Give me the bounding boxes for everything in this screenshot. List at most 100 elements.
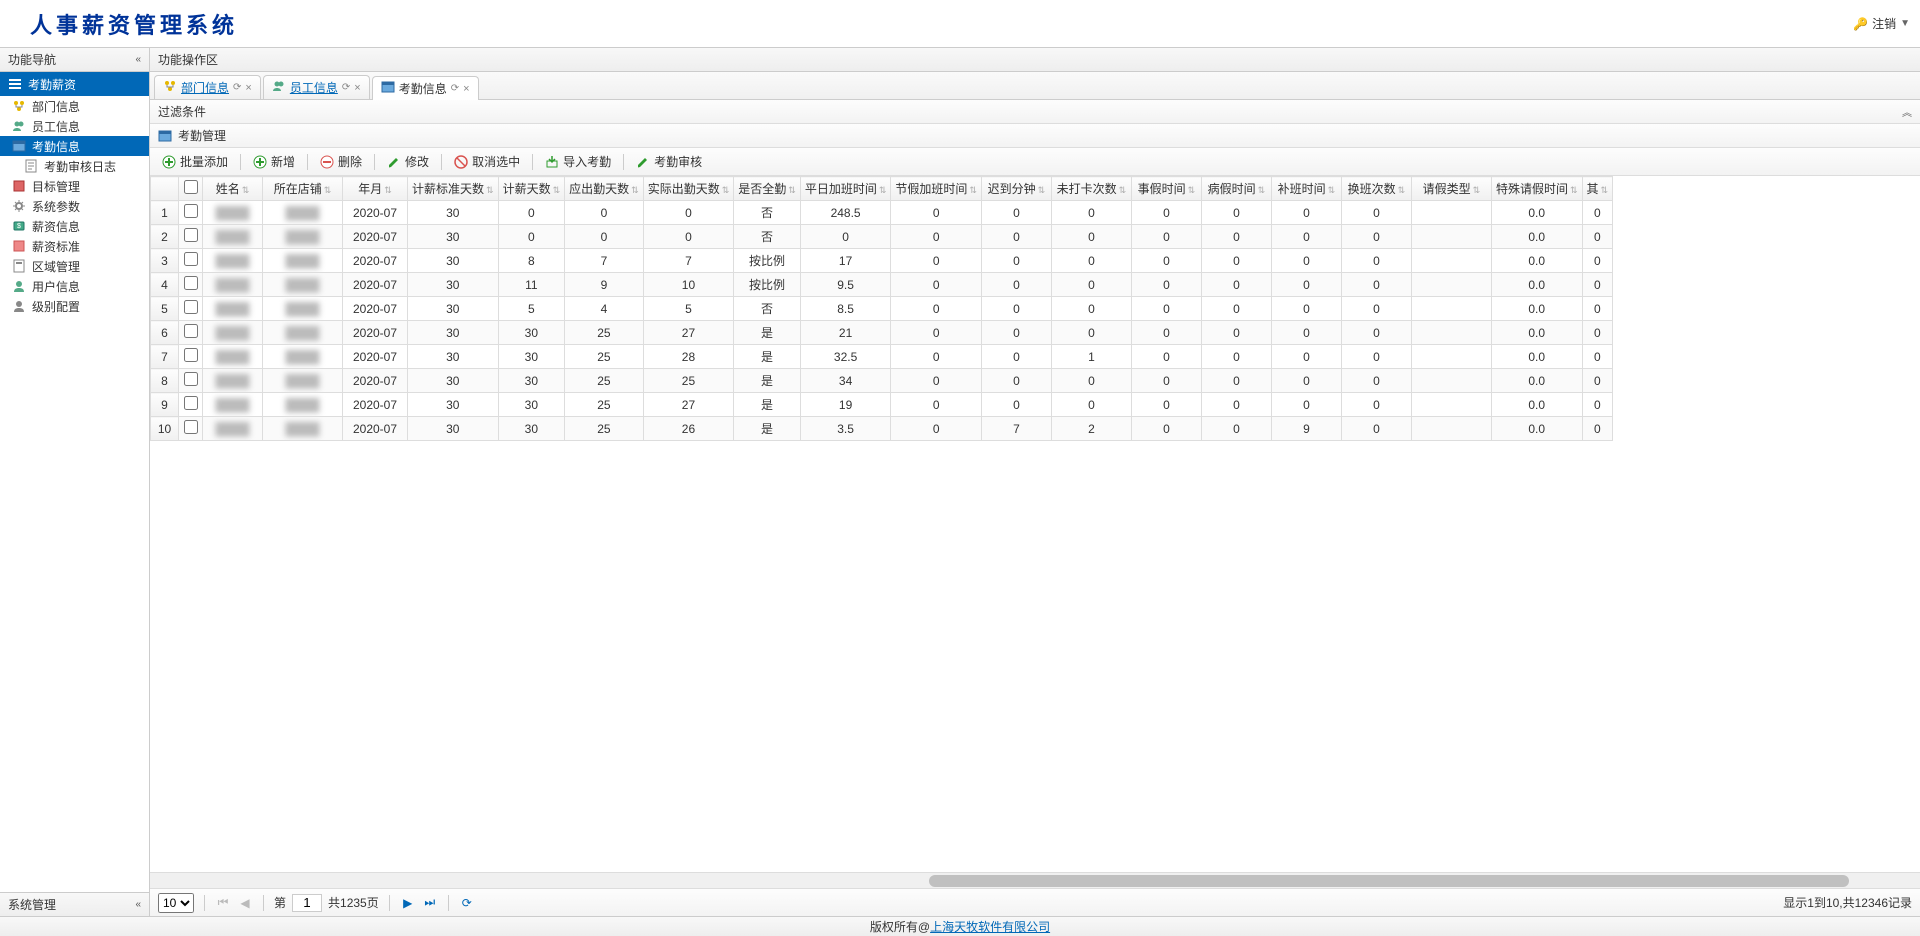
column-header-1[interactable] xyxy=(179,177,203,201)
column-header-5[interactable]: 计薪标准天数⇅ xyxy=(408,177,499,201)
column-header-8[interactable]: 实际出勤天数⇅ xyxy=(643,177,734,201)
last-page-button[interactable]: ⏭ xyxy=(422,895,438,911)
table-row[interactable]: 3████████2020-0730877按比例1700000000.00 xyxy=(151,249,1613,273)
column-header-19[interactable]: 特殊请假时间⇅ xyxy=(1491,177,1582,201)
cell: 0 xyxy=(1341,417,1411,441)
refresh-button[interactable]: ⟳ xyxy=(459,895,475,911)
collapse-icon[interactable]: « xyxy=(135,54,141,65)
sidebar-item-8[interactable]: 区域管理 xyxy=(0,256,149,276)
column-header-3[interactable]: 所在店铺⇅ xyxy=(263,177,343,201)
row-checkbox[interactable] xyxy=(184,324,198,338)
import-button[interactable]: 导入考勤 xyxy=(539,151,617,172)
audit-button[interactable]: 考勤审核 xyxy=(630,151,708,172)
row-checkbox[interactable] xyxy=(184,348,198,362)
cell: 0.0 xyxy=(1491,345,1582,369)
tab-1[interactable]: 员工信息 ⟳× xyxy=(263,75,370,99)
sort-icon: ⇅ xyxy=(879,185,887,195)
cancel-select-button[interactable]: 取消选中 xyxy=(448,151,526,172)
sidebar-section-title[interactable]: 考勤薪资 xyxy=(0,72,149,96)
column-header-11[interactable]: 节假加班时间⇅ xyxy=(891,177,982,201)
tab-2[interactable]: 考勤信息 ⟳× xyxy=(372,76,479,100)
cell: 0 xyxy=(1051,201,1131,225)
footer-link[interactable]: 上海天牧软件有限公司 xyxy=(930,918,1050,935)
logout-link[interactable]: 🔑 注销 ▼ xyxy=(1853,15,1910,32)
table-row[interactable]: 10████████2020-0730302526是3.507200900.00 xyxy=(151,417,1613,441)
sidebar-item-6[interactable]: $薪资信息 xyxy=(0,216,149,236)
sidebar-item-1[interactable]: 员工信息 xyxy=(0,116,149,136)
column-header-2[interactable]: 姓名⇅ xyxy=(203,177,263,201)
column-header-16[interactable]: 补班时间⇅ xyxy=(1271,177,1341,201)
row-checkbox[interactable] xyxy=(184,252,198,266)
sidebar-item-4[interactable]: 目标管理 xyxy=(0,176,149,196)
next-page-button[interactable]: ▶ xyxy=(400,895,416,911)
sidebar-item-7[interactable]: 薪资标准 xyxy=(0,236,149,256)
page-number-input[interactable] xyxy=(292,894,322,912)
column-header-14[interactable]: 事假时间⇅ xyxy=(1131,177,1201,201)
column-header-17[interactable]: 换班次数⇅ xyxy=(1341,177,1411,201)
column-header-15[interactable]: 病假时间⇅ xyxy=(1201,177,1271,201)
grid-wrapper[interactable]: 姓名⇅所在店铺⇅年月⇅计薪标准天数⇅计薪天数⇅应出勤天数⇅实际出勤天数⇅是否全勤… xyxy=(150,176,1920,872)
close-icon[interactable]: × xyxy=(354,82,360,94)
first-page-button[interactable]: ⏮ xyxy=(215,895,231,911)
row-checkbox[interactable] xyxy=(184,396,198,410)
column-header-6[interactable]: 计薪天数⇅ xyxy=(498,177,565,201)
sidebar-header: 功能导航 « xyxy=(0,48,149,72)
cell: 0 xyxy=(1582,369,1613,393)
cell xyxy=(179,345,203,369)
sidebar-footer[interactable]: 系统管理 « xyxy=(0,892,149,916)
batch-add-button[interactable]: 批量添加 xyxy=(156,151,234,172)
column-header-12[interactable]: 迟到分钟⇅ xyxy=(981,177,1051,201)
add-button[interactable]: 新增 xyxy=(247,151,301,172)
sidebar-item-2[interactable]: 考勤信息 xyxy=(0,136,149,156)
tab-0[interactable]: 部门信息 ⟳× xyxy=(154,75,261,99)
column-header-20[interactable]: 其⇅ xyxy=(1582,177,1613,201)
sidebar-item-3[interactable]: 考勤审核日志 xyxy=(0,156,149,176)
cell: 0 xyxy=(891,393,982,417)
select-all-checkbox[interactable] xyxy=(184,180,198,194)
sidebar-item-5[interactable]: 系统参数 xyxy=(0,196,149,216)
cell: 0 xyxy=(1201,225,1271,249)
refresh-icon[interactable]: ⟳ xyxy=(451,83,459,94)
table-row[interactable]: 5████████2020-0730545否8.500000000.00 xyxy=(151,297,1613,321)
column-header-4[interactable]: 年月⇅ xyxy=(343,177,408,201)
column-header-0[interactable] xyxy=(151,177,179,201)
column-header-18[interactable]: 请假类型⇅ xyxy=(1411,177,1491,201)
close-icon[interactable]: × xyxy=(463,83,469,95)
row-checkbox[interactable] xyxy=(184,300,198,314)
column-header-7[interactable]: 应出勤天数⇅ xyxy=(565,177,644,201)
page-size-select[interactable]: 10 xyxy=(158,893,194,913)
filter-bar[interactable]: 过滤条件 ︽ xyxy=(150,100,1920,124)
table-row[interactable]: 2████████2020-0730000否000000000.00 xyxy=(151,225,1613,249)
expand-icon[interactable]: ︽ xyxy=(1902,104,1912,119)
column-header-13[interactable]: 未打卡次数⇅ xyxy=(1051,177,1131,201)
table-row[interactable]: 7████████2020-0730302528是32.500100000.00 xyxy=(151,345,1613,369)
row-checkbox[interactable] xyxy=(184,420,198,434)
collapse-icon[interactable]: « xyxy=(135,899,141,910)
cell: 30 xyxy=(408,393,499,417)
close-icon[interactable]: × xyxy=(245,82,251,94)
row-checkbox[interactable] xyxy=(184,372,198,386)
column-header-10[interactable]: 平日加班时间⇅ xyxy=(800,177,891,201)
sidebar-item-0[interactable]: 部门信息 xyxy=(0,96,149,116)
scrollbar-thumb[interactable] xyxy=(929,875,1849,887)
cell: 0 xyxy=(1131,273,1201,297)
table-row[interactable]: 6████████2020-0730302527是2100000000.00 xyxy=(151,321,1613,345)
refresh-icon[interactable]: ⟳ xyxy=(342,82,350,93)
refresh-icon[interactable]: ⟳ xyxy=(233,82,241,93)
cell: 0 xyxy=(1582,297,1613,321)
table-row[interactable]: 9████████2020-0730302527是1900000000.00 xyxy=(151,393,1613,417)
table-row[interactable]: 8████████2020-0730302525是3400000000.00 xyxy=(151,369,1613,393)
sidebar-item-10[interactable]: 级别配置 xyxy=(0,296,149,316)
sidebar-item-9[interactable]: 用户信息 xyxy=(0,276,149,296)
row-checkbox[interactable] xyxy=(184,276,198,290)
horizontal-scrollbar[interactable] xyxy=(150,872,1920,888)
cell: 30 xyxy=(408,369,499,393)
edit-button[interactable]: 修改 xyxy=(381,151,435,172)
delete-button[interactable]: 删除 xyxy=(314,151,368,172)
row-checkbox[interactable] xyxy=(184,204,198,218)
row-checkbox[interactable] xyxy=(184,228,198,242)
table-row[interactable]: 4████████2020-073011910按比例9.500000000.00 xyxy=(151,273,1613,297)
prev-page-button[interactable]: ◀ xyxy=(237,895,253,911)
column-header-9[interactable]: 是否全勤⇅ xyxy=(734,177,801,201)
table-row[interactable]: 1████████2020-0730000否248.500000000.00 xyxy=(151,201,1613,225)
